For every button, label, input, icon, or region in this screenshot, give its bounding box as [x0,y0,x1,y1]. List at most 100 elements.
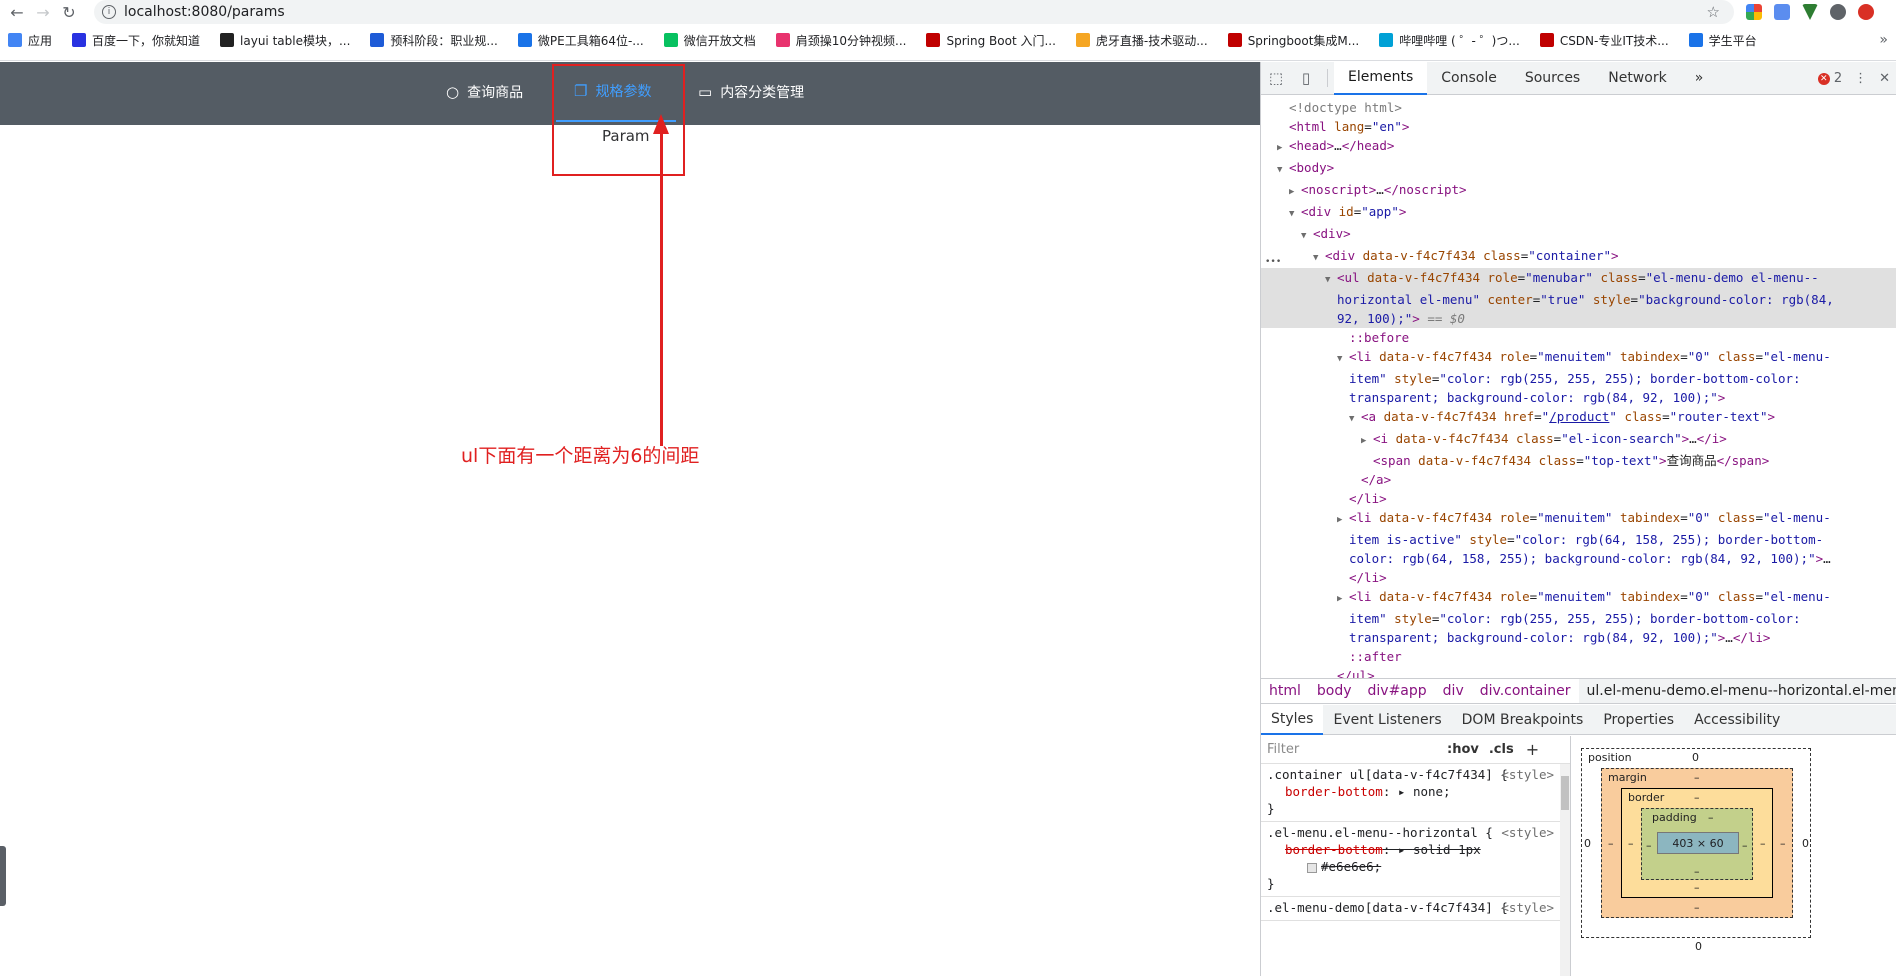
property-value[interactable]: none; [1413,784,1451,799]
expand-triangle-icon[interactable]: ▼ [1301,227,1313,246]
dom-node-line[interactable]: transparent; background-color: rgb(84, 9… [1261,388,1896,407]
dom-node-line[interactable]: transparent; background-color: rgb(84, 9… [1261,628,1896,647]
color-swatch-icon[interactable] [1307,862,1317,873]
bookmark-item[interactable]: 学生平台 [1688,32,1757,49]
expand-triangle-icon[interactable]: ▼ [1277,161,1289,180]
property-name[interactable]: border-bottom [1285,842,1383,857]
subtab-dom-breakpoints[interactable]: DOM Breakpoints [1452,705,1594,735]
breadcrumb-item[interactable]: body [1309,683,1360,699]
device-toolbar-icon[interactable]: ▯ [1291,62,1321,95]
expand-triangle-icon[interactable]: ▶ [1289,183,1301,202]
dom-node-line[interactable]: item is-active" style="color: rgb(64, 15… [1261,530,1896,549]
bookmark-star-icon[interactable]: ☆ [1707,3,1720,21]
extension-icon[interactable] [1774,4,1790,20]
tab-console[interactable]: Console [1427,62,1511,95]
bookmark-item[interactable]: 微信开放文档 [663,32,756,49]
expand-triangle-icon[interactable]: ▼ [1349,410,1361,429]
extension-icon[interactable] [1746,4,1762,20]
expand-triangle-icon[interactable]: ▶ [1337,590,1349,609]
style-rule[interactable]: <style> .el-menu.el-menu--horizontal {bor… [1261,822,1570,897]
kebab-menu-icon[interactable]: ⋮ [1854,71,1867,86]
dom-node-line[interactable]: <span data-v-f4c7f434 class="top-text">查… [1261,451,1896,470]
rule-source-link[interactable]: <style> [1501,899,1554,916]
bookmark-item[interactable]: 虎牙直播-技术驱动... [1075,32,1208,49]
dom-node-line[interactable]: ▼ <div id="app"> [1261,202,1896,224]
dom-node-line[interactable]: ::before [1261,328,1896,347]
dom-tree[interactable]: <!doctype html> <html lang="en"> ▶ <head>…<… [1261,96,1896,678]
more-tabs-button[interactable]: » [1681,62,1718,95]
style-rule[interactable]: <style> .container ul[data-v-f4c7f434] {b… [1261,764,1570,822]
bookmark-item[interactable]: Springboot集成M... [1227,32,1359,49]
dom-node-line[interactable]: ▶ <i data-v-f4c7f434 class="el-icon-searc… [1261,429,1896,451]
info-icon[interactable]: i [102,5,116,19]
breadcrumb-item[interactable]: div [1435,683,1472,699]
dom-node-line[interactable]: </ul> [1261,666,1896,678]
bookmark-item[interactable]: 微PE工具箱64位-... [517,32,644,49]
dom-node-line[interactable]: ▶ <li data-v-f4c7f434 role="menuitem" tab… [1261,587,1896,609]
expand-triangle-icon[interactable]: ▼ [1337,350,1349,369]
breadcrumb-item[interactable]: div.container [1472,683,1579,699]
bookmark-item[interactable]: 肩颈操10分钟视频... [775,32,906,49]
bookmark-item[interactable]: 预科阶段：职业规... [370,32,498,49]
expand-triangle-icon[interactable]: ▶ [1337,511,1349,530]
node-options-icon[interactable]: ••• [1265,253,1281,272]
subtab-styles[interactable]: Styles [1261,704,1324,735]
tab-sources[interactable]: Sources [1511,62,1594,95]
back-button[interactable]: ← [4,1,30,23]
dom-node-line[interactable]: ▼ <div> [1261,224,1896,246]
dom-node-line[interactable]: </li> [1261,489,1896,508]
tab-elements[interactable]: Elements [1334,61,1428,95]
side-drawer-handle[interactable] [0,846,6,906]
style-property[interactable]: border-bottom: ▸ solid 1px [1267,841,1564,858]
subtab-accessibility[interactable]: Accessibility [1684,705,1790,735]
address-bar[interactable]: i localhost:8080/params ☆ [94,0,1734,24]
property-name[interactable]: border-bottom [1285,784,1383,799]
scroll-thumb[interactable] [1561,776,1569,810]
rule-source-link[interactable]: <style> [1501,824,1554,841]
dom-node-line[interactable]: </a> [1261,470,1896,489]
styles-filter-input[interactable]: Filter [1267,741,1437,758]
expand-triangle-icon[interactable]: ▶ [1277,139,1289,158]
dom-node-line[interactable]: ::after [1261,647,1896,666]
menu-item-query-products[interactable]: ○ 查询商品 [446,62,523,122]
dom-node-line[interactable]: </li> [1261,568,1896,587]
profile-icon[interactable] [1830,4,1846,20]
menu-item-content-category[interactable]: ▭ 内容分类管理 [698,62,804,122]
bookmark-item[interactable]: layui table模块，... [220,32,350,49]
style-property[interactable]: border-bottom: ▸ none; [1267,783,1564,800]
bookmark-item[interactable]: Spring Boot 入门... [926,32,1056,49]
dom-node-line[interactable]: ▼ <li data-v-f4c7f434 role="menuitem" tab… [1261,347,1896,369]
dom-node-line[interactable]: ▼ <ul data-v-f4c7f434 role="menubar" clas… [1261,268,1896,290]
dom-node-line[interactable]: <!doctype html> [1261,98,1896,117]
dom-node-line[interactable]: ▼ <a data-v-f4c7f434 href="/product" clas… [1261,407,1896,429]
expand-triangle-icon[interactable]: ▼ [1325,271,1337,290]
more-bookmarks-button[interactable]: » [1879,32,1888,48]
subtab-event-listeners[interactable]: Event Listeners [1323,705,1451,735]
expand-triangle-icon[interactable]: ▼ [1289,205,1301,224]
close-icon[interactable]: ✕ [1879,71,1890,86]
error-counter[interactable]: ✕ 2 [1817,71,1842,86]
bookmark-item[interactable]: 百度一下，你就知道 [72,32,200,49]
dom-node-line[interactable]: ▼ <body> [1261,158,1896,180]
dom-node-line[interactable]: ▶ <li data-v-f4c7f434 role="menuitem" tab… [1261,508,1896,530]
subtab-properties[interactable]: Properties [1593,705,1684,735]
bookmark-item[interactable]: 应用 [8,32,52,49]
style-rule[interactable]: <style> .el-menu-demo[data-v-f4c7f434] { [1261,897,1570,921]
dom-node-line[interactable]: ▶ <noscript>…</noscript> [1261,180,1896,202]
hov-toggle[interactable]: :hov [1447,741,1479,758]
property-color-value[interactable]: #e6e6e6; [1321,859,1381,874]
dom-node-line[interactable]: ▼ <div data-v-f4c7f434 class="container"> [1261,246,1896,268]
breadcrumb-item[interactable]: ul.el-menu-demo.el-menu--horizontal.el-m… [1578,679,1896,703]
bookmark-item[interactable]: CSDN-专业IT技术... [1539,32,1669,49]
dom-node-line[interactable]: 92, 100);"> == $0 [1261,309,1896,328]
dom-node-line[interactable]: ▶ <head>…</head> [1261,136,1896,158]
dom-node-line[interactable]: horizontal el-menu" center="true" style=… [1261,290,1896,309]
expand-triangle-icon[interactable]: ▶ [1361,432,1373,451]
new-rule-button[interactable]: + [1526,741,1539,758]
expand-triangle-icon[interactable]: ▼ [1313,249,1325,268]
vue-devtools-icon[interactable] [1802,4,1818,20]
rule-source-link[interactable]: <style> [1501,766,1554,783]
breadcrumb-item[interactable]: div#app [1360,683,1435,699]
inspect-element-icon[interactable]: ⬚ [1261,62,1291,95]
property-value[interactable]: solid 1px [1413,842,1481,857]
